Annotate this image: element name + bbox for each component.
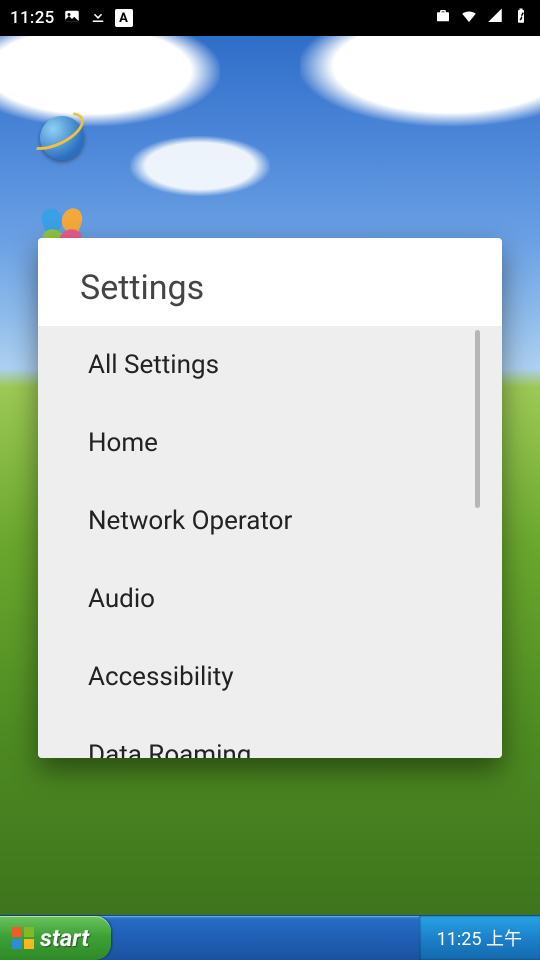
app-badge-icon: A — [115, 9, 133, 27]
cell-signal-icon — [486, 7, 504, 30]
internet-explorer-icon[interactable] — [30, 106, 94, 170]
settings-item-home[interactable]: Home — [38, 404, 502, 482]
settings-item-data-roaming[interactable]: Data Roaming — [38, 716, 502, 758]
xp-taskbar: start 11:25 上午 — [0, 915, 540, 960]
status-left: 11:25 A — [10, 7, 133, 30]
start-label: start — [40, 924, 89, 952]
battery-icon — [512, 7, 530, 30]
download-icon — [89, 7, 107, 30]
status-clock: 11:25 — [10, 8, 55, 28]
settings-item-all-settings[interactable]: All Settings — [38, 326, 502, 404]
wifi-icon — [460, 7, 478, 30]
settings-item-network-operator[interactable]: Network Operator — [38, 482, 502, 560]
dialog-title: Settings — [38, 238, 502, 326]
windows-logo-icon — [12, 927, 34, 949]
cloud-decoration — [130, 136, 270, 196]
cloud-decoration — [300, 36, 540, 126]
settings-list[interactable]: All Settings Home Network Operator Audio… — [38, 326, 502, 758]
settings-dialog: Settings All Settings Home Network Opera… — [38, 238, 502, 758]
settings-item-accessibility[interactable]: Accessibility — [38, 638, 502, 716]
status-right — [434, 7, 530, 30]
start-button[interactable]: start — [0, 916, 111, 960]
settings-item-audio[interactable]: Audio — [38, 560, 502, 638]
tray-clock: 11:25 上午 — [437, 925, 522, 951]
briefcase-icon — [434, 7, 452, 30]
photo-icon — [63, 7, 81, 30]
system-tray[interactable]: 11:25 上午 — [419, 916, 540, 960]
android-status-bar: 11:25 A — [0, 0, 540, 36]
scrollbar-thumb[interactable] — [475, 330, 480, 508]
